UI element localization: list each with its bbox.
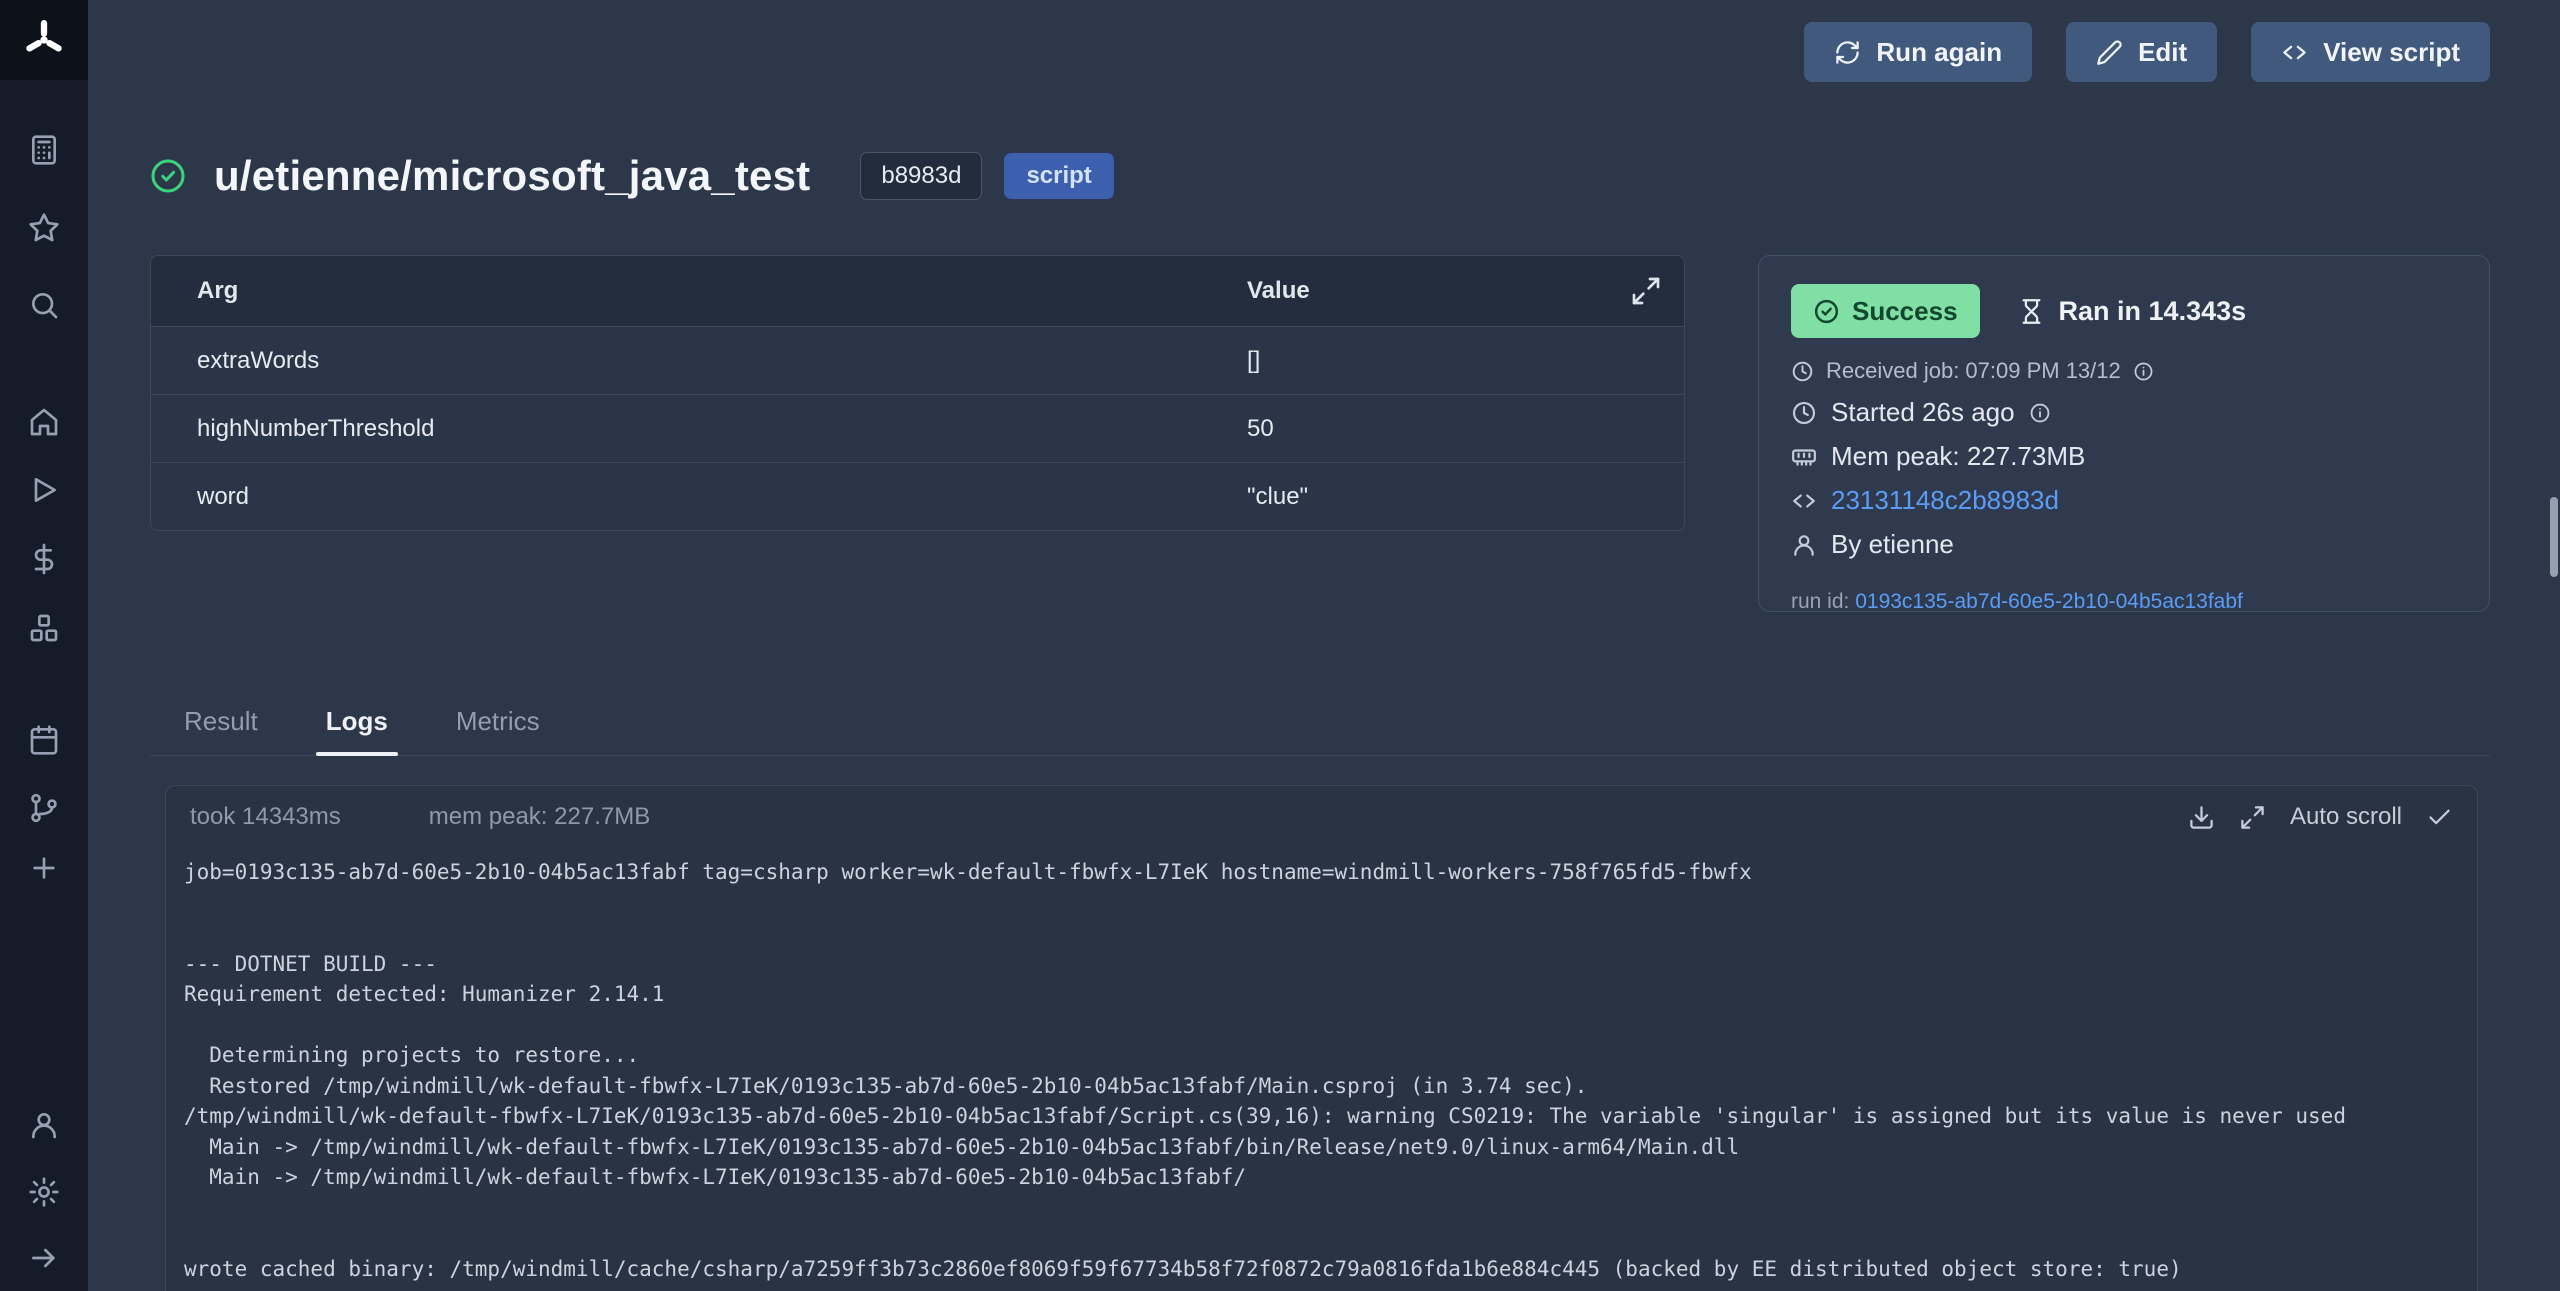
- col-header-value: Value: [1247, 277, 1310, 305]
- windmill-run-page: Run again Edit View script u/etienne/mic…: [0, 0, 2560, 1291]
- run-id-label: run id:: [1791, 590, 1849, 613]
- code-icon: [1791, 488, 1817, 514]
- mem-peak-label: Mem peak: 227.73MB: [1831, 441, 2085, 472]
- status-badge: Success: [1791, 284, 1980, 338]
- flows-branch-icon[interactable]: [26, 790, 62, 826]
- runs-icon[interactable]: [26, 132, 62, 168]
- tab-result[interactable]: Result: [178, 706, 264, 755]
- arg-value: 50: [1247, 415, 1274, 443]
- arg-value: []: [1247, 347, 1260, 375]
- logs-took: took 14343ms: [190, 803, 341, 831]
- arg-name: extraWords: [151, 347, 1247, 375]
- duration: Ran in 14.343s: [2018, 296, 2247, 327]
- by-row: By etienne: [1791, 529, 2457, 560]
- memory-icon: [1791, 444, 1817, 470]
- user-icon: [1791, 532, 1817, 558]
- refresh-icon: [1834, 39, 1861, 66]
- page-title: u/etienne/microsoft_java_test: [214, 152, 810, 200]
- search-icon[interactable]: [26, 287, 62, 323]
- view-script-label: View script: [2323, 37, 2460, 68]
- run-again-button[interactable]: Run again: [1804, 22, 2032, 82]
- arg-value: "clue": [1247, 483, 1308, 511]
- received-row: Received job: 07:09 PM 13/12: [1791, 358, 2457, 384]
- logs-header: took 14343ms mem peak: 227.7MB Auto scro…: [166, 786, 2477, 839]
- toolbar: Run again Edit View script: [1804, 22, 2490, 82]
- auto-scroll-checkbox[interactable]: [2426, 804, 2453, 831]
- status-card: Success Ran in 14.343s Received job: 07:…: [1758, 255, 2490, 612]
- favorites-star-icon[interactable]: [26, 210, 62, 246]
- args-table: Arg Value extraWords [] highNumberThresh…: [150, 255, 1685, 531]
- resources-icon[interactable]: [26, 610, 62, 646]
- edit-label: Edit: [2138, 37, 2187, 68]
- home-icon[interactable]: [26, 404, 62, 440]
- check-circle-icon: [1813, 298, 1840, 325]
- tab-metrics[interactable]: Metrics: [450, 706, 546, 755]
- args-table-header: Arg Value: [151, 256, 1684, 326]
- clock-icon: [1791, 400, 1817, 426]
- log-output[interactable]: job=0193c135-ab7d-60e5-2b10-04b5ac13fabf…: [184, 857, 2477, 1284]
- table-row: word "clue": [151, 462, 1684, 530]
- edit-button[interactable]: Edit: [2066, 22, 2217, 82]
- title-row: u/etienne/microsoft_java_test b8983d scr…: [150, 152, 1114, 200]
- by-label: By etienne: [1831, 529, 1954, 560]
- windmill-logo-icon: [23, 19, 65, 61]
- expand-logs-icon[interactable]: [2239, 804, 2266, 831]
- code-icon: [2281, 39, 2308, 66]
- script-hash-link[interactable]: 23131148c2b8983d: [1831, 485, 2059, 516]
- arg-name: highNumberThreshold: [151, 415, 1247, 443]
- auto-scroll-label: Auto scroll: [2290, 803, 2402, 831]
- run-id-row: run id: 0193c135-ab7d-60e5-2b10-04b5ac13…: [1791, 590, 2457, 614]
- settings-gear-icon[interactable]: [26, 1174, 62, 1210]
- play-icon[interactable]: [26, 472, 62, 508]
- account-user-icon[interactable]: [26, 1107, 62, 1143]
- run-id-link[interactable]: 0193c135-ab7d-60e5-2b10-04b5ac13fabf: [1855, 590, 2243, 613]
- tab-logs[interactable]: Logs: [320, 706, 394, 755]
- sidebar: [0, 0, 88, 1291]
- arg-name: word: [151, 483, 1247, 511]
- info-icon[interactable]: [2133, 361, 2154, 382]
- run-again-label: Run again: [1876, 37, 2002, 68]
- script-hash-row: 23131148c2b8983d: [1791, 485, 2457, 516]
- logs-panel: took 14343ms mem peak: 227.7MB Auto scro…: [165, 785, 2478, 1291]
- page-scrollbar-thumb[interactable]: [2550, 497, 2558, 577]
- received-label: Received job: 07:09 PM 13/12: [1826, 358, 2121, 384]
- tabs-bar: Result Logs Metrics: [150, 706, 2490, 756]
- info-icon[interactable]: [2029, 402, 2051, 424]
- collapse-arrow-icon[interactable]: [26, 1240, 62, 1276]
- success-check-icon: [150, 158, 186, 194]
- windmill-logo[interactable]: [0, 0, 88, 80]
- logs-mem-peak: mem peak: 227.7MB: [429, 803, 650, 831]
- view-script-button[interactable]: View script: [2251, 22, 2490, 82]
- col-header-arg: Arg: [151, 277, 1247, 305]
- duration-label: Ran in 14.343s: [2059, 296, 2247, 327]
- started-label: Started 26s ago: [1831, 397, 2015, 428]
- table-row: highNumberThreshold 50: [151, 394, 1684, 462]
- table-row: extraWords []: [151, 326, 1684, 394]
- expand-table-icon[interactable]: [1630, 275, 1662, 307]
- schedules-calendar-icon[interactable]: [26, 722, 62, 758]
- clock-icon: [1791, 360, 1814, 383]
- download-icon[interactable]: [2188, 804, 2215, 831]
- pencil-icon: [2096, 39, 2123, 66]
- hourglass-icon: [2018, 298, 2045, 325]
- add-plus-icon[interactable]: [26, 850, 62, 886]
- mem-peak-row: Mem peak: 227.73MB: [1791, 441, 2457, 472]
- started-row: Started 26s ago: [1791, 397, 2457, 428]
- script-badge: script: [1004, 153, 1113, 199]
- hash-badge: b8983d: [860, 152, 982, 200]
- status-label: Success: [1852, 296, 1958, 327]
- variables-dollar-icon[interactable]: [26, 541, 62, 577]
- logs-tools: Auto scroll: [2188, 803, 2453, 831]
